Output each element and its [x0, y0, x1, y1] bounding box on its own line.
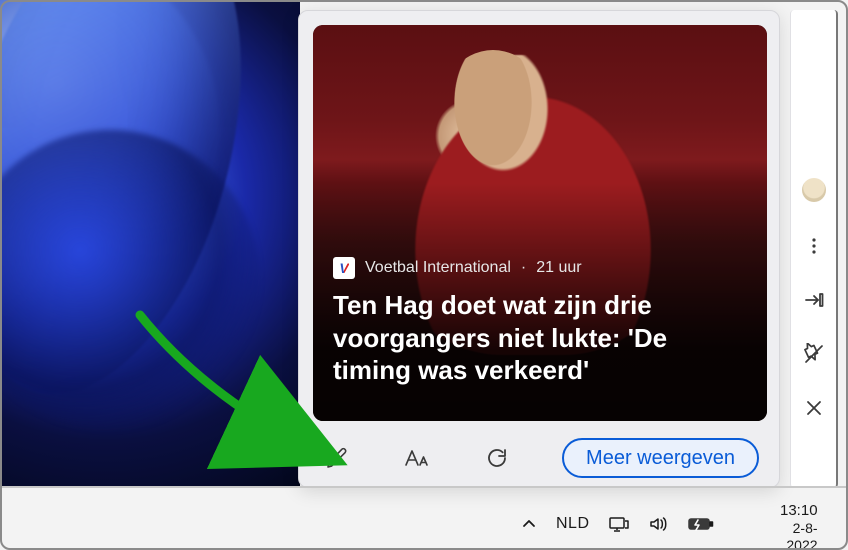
battery-charging-icon	[688, 516, 714, 532]
side-column	[790, 10, 838, 488]
news-card[interactable]: V Voetbal International · 21 uur Ten Hag…	[313, 25, 767, 421]
widget-toolbar: Meer weergeven	[299, 429, 779, 487]
news-card-meta: V Voetbal International · 21 uur	[333, 257, 747, 279]
pencil-icon	[325, 446, 349, 470]
desktop-wallpaper	[0, 0, 300, 487]
avatar-icon[interactable]	[802, 178, 826, 202]
volume-icon	[648, 515, 670, 533]
close-icon	[804, 398, 824, 418]
text-size-icon	[403, 446, 431, 470]
kebab-icon	[804, 236, 824, 256]
edit-widget-button[interactable]	[319, 440, 355, 476]
clock-date: 2-8-2022	[780, 520, 818, 550]
system-tray: NLD 13:10 2-8-2022	[520, 504, 714, 544]
news-age: 21 uur	[536, 259, 581, 277]
refresh-button[interactable]	[479, 440, 515, 476]
language-indicator[interactable]: NLD	[556, 515, 590, 533]
dock-in-icon	[803, 290, 825, 310]
volume-button[interactable]	[648, 515, 670, 533]
show-hidden-icons-button[interactable]	[520, 515, 538, 533]
network-button[interactable]	[608, 515, 630, 533]
news-widget-panel: V Voetbal International · 21 uur Ten Hag…	[298, 10, 780, 488]
dock-in-button[interactable]	[800, 286, 828, 314]
unpin-icon	[803, 343, 825, 365]
source-name: Voetbal International	[365, 259, 511, 277]
news-headline: Ten Hag doet wat zijn drie voorgangers n…	[333, 289, 747, 387]
close-button[interactable]	[800, 394, 828, 422]
chevron-up-icon	[520, 515, 538, 533]
clock[interactable]: 13:10 2-8-2022	[780, 502, 818, 550]
source-favicon: V	[333, 257, 355, 279]
more-options-button[interactable]	[800, 232, 828, 260]
clock-time: 13:10	[780, 502, 818, 520]
refresh-icon	[485, 446, 509, 470]
battery-button[interactable]	[688, 516, 714, 532]
text-size-button[interactable]	[399, 440, 435, 476]
meta-separator: ·	[521, 259, 526, 277]
show-more-button[interactable]: Meer weergeven	[562, 438, 759, 478]
network-icon	[608, 515, 630, 533]
taskbar-divider	[0, 486, 848, 488]
unpin-button[interactable]	[800, 340, 828, 368]
